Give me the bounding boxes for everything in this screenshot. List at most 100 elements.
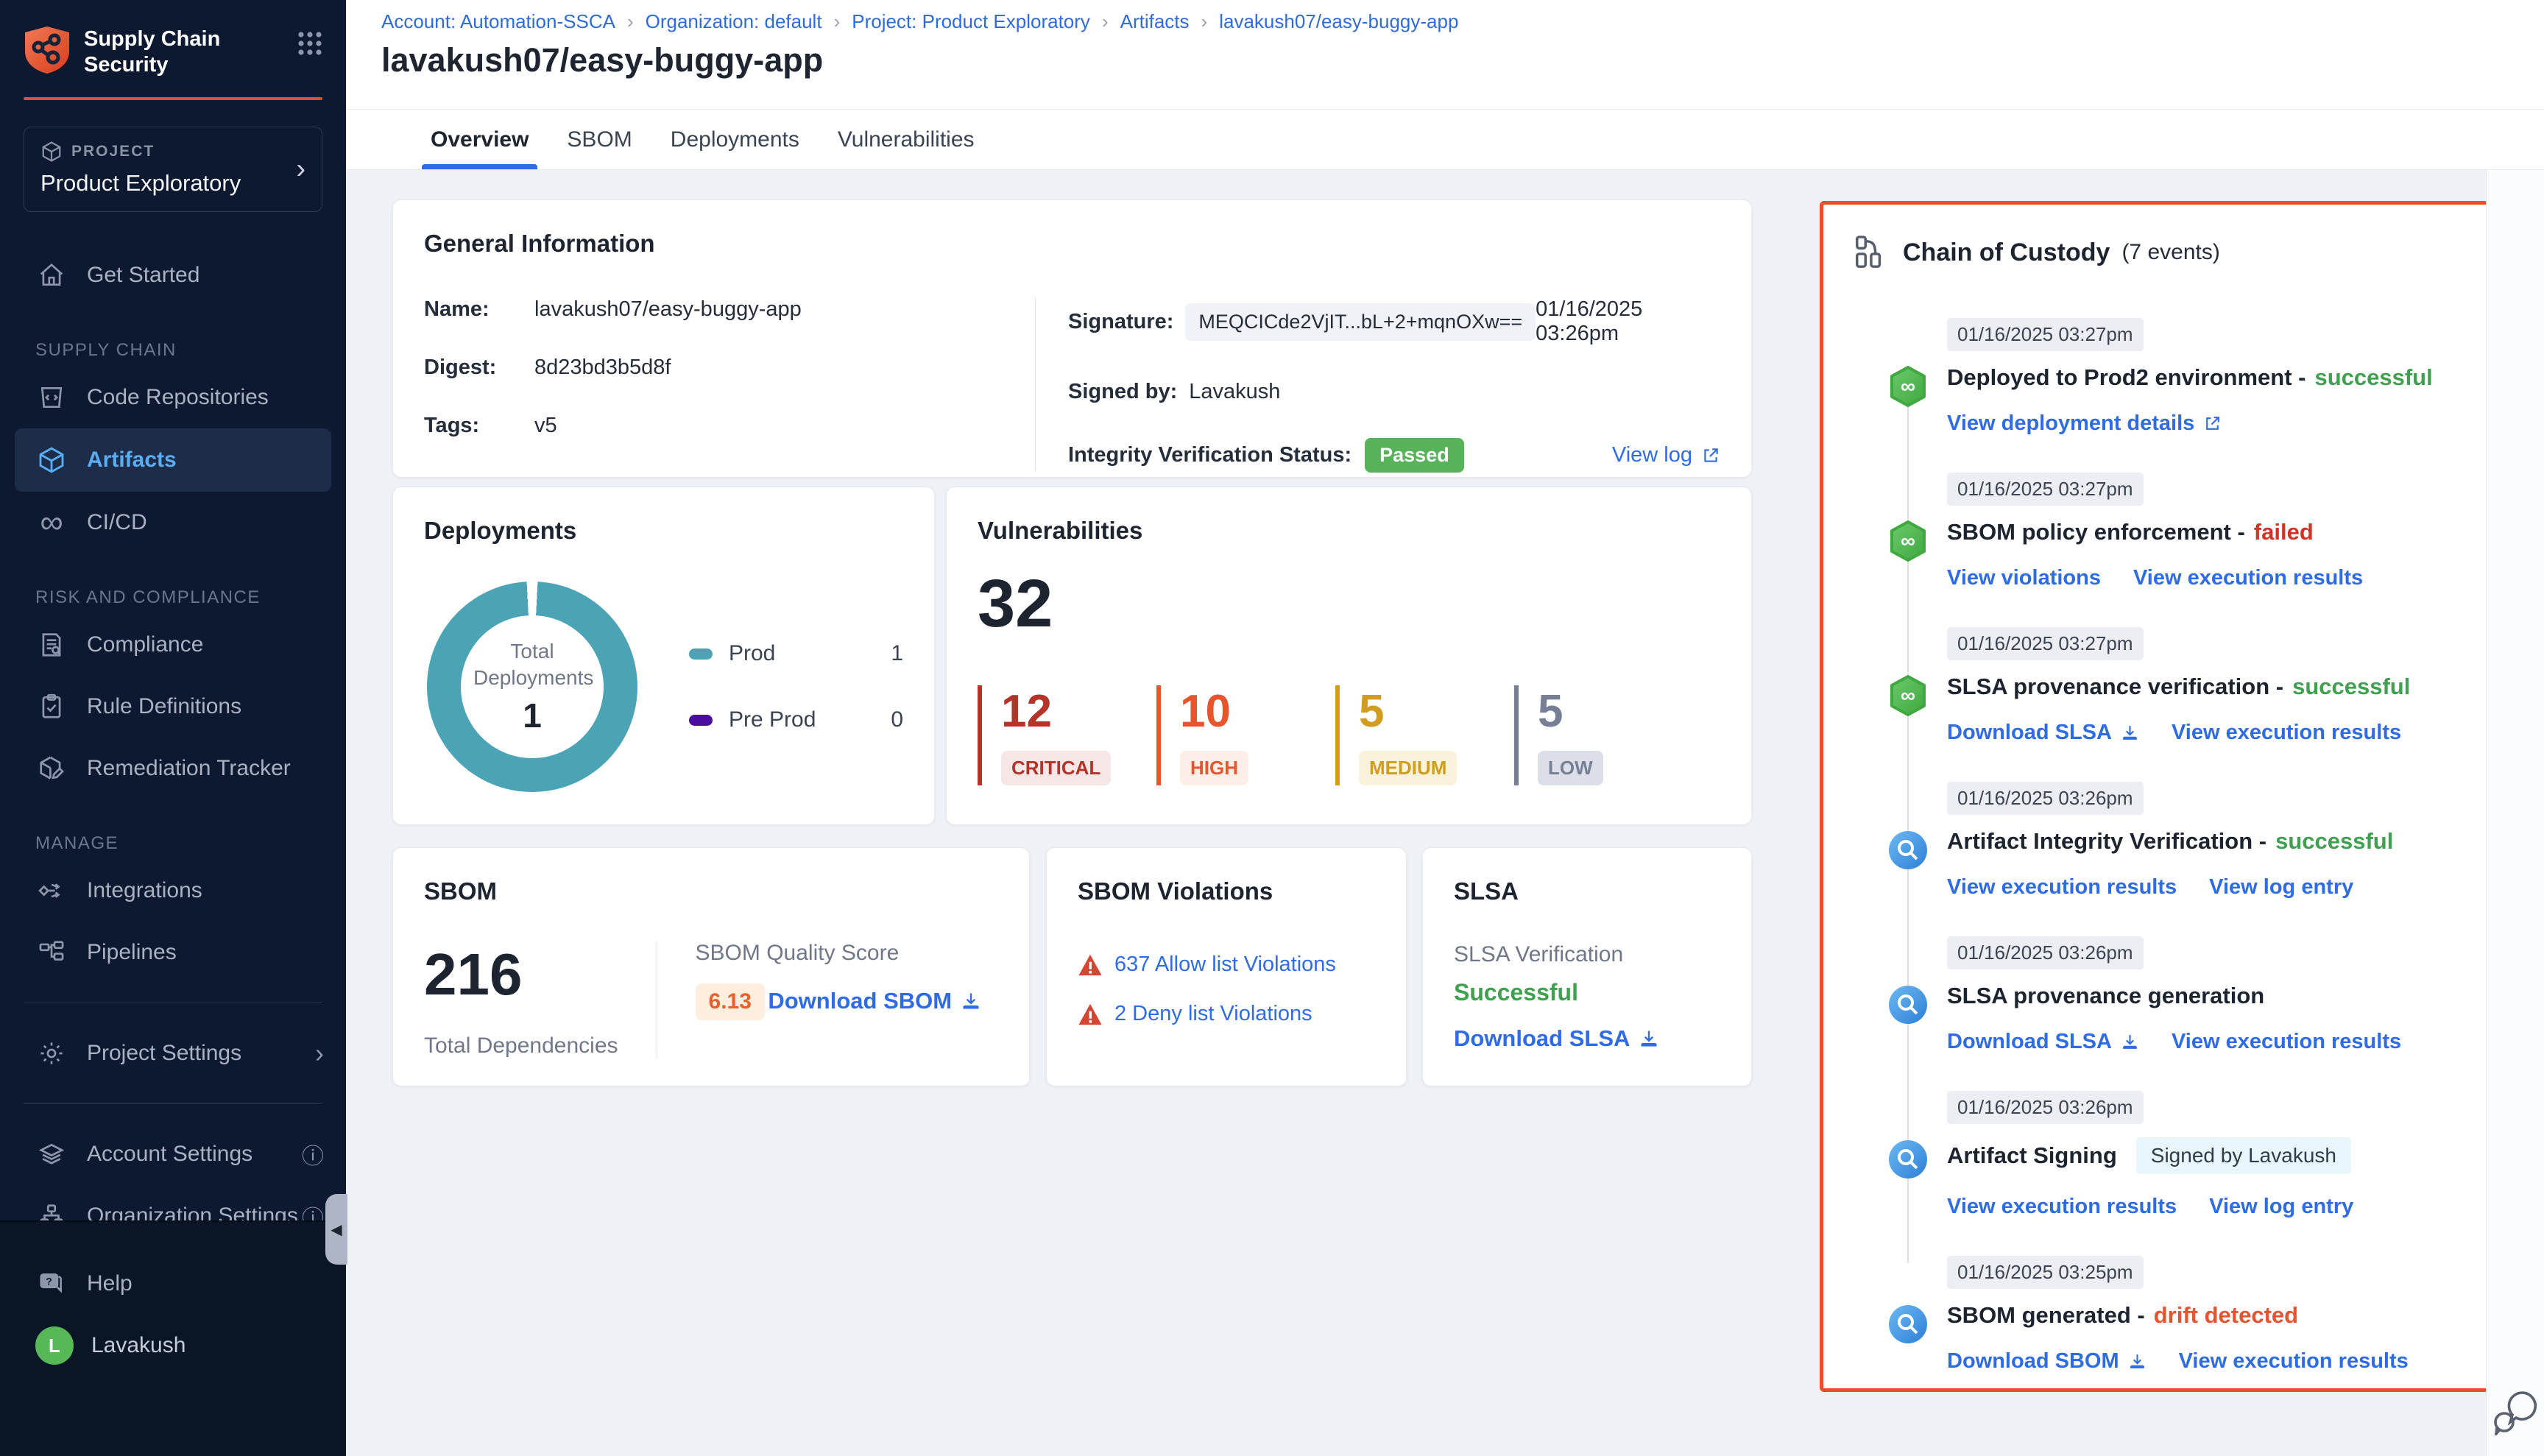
- deny-list-violations-link[interactable]: 2 Deny list Violations: [1114, 1002, 1312, 1026]
- vulnerabilities-total: 32: [978, 565, 1720, 643]
- chain-of-custody-panel: Chain of Custody (7 events) 01/16/2025 0…: [1820, 201, 2502, 1392]
- sidebar-item-help[interactable]: ? Help: [0, 1253, 346, 1315]
- sbom-generated-icon: [1887, 1303, 1929, 1346]
- project-label: PROJECT: [71, 143, 155, 160]
- page-header: Account: Automation-SSCA › Organization:…: [346, 0, 2544, 109]
- signed-by-value: Lavakush: [1189, 380, 1280, 404]
- avatar: L: [35, 1326, 74, 1365]
- card-title: SBOM: [424, 877, 998, 905]
- breadcrumb-account[interactable]: Account: Automation-SSCA: [381, 10, 615, 33]
- sidebar-item-remediation-tracker[interactable]: Remediation Tracker: [0, 738, 346, 799]
- compliance-document-icon: [35, 629, 68, 661]
- high-badge: HIGH: [1180, 751, 1248, 785]
- integrity-status-badge: Passed: [1365, 438, 1464, 473]
- sidebar-item-compliance[interactable]: Compliance: [0, 614, 346, 676]
- external-link-icon: [1701, 446, 1720, 465]
- pre-prod-swatch: [689, 715, 713, 726]
- chain-events-timeline: 01/16/2025 03:27pm ∞ Deployed to Prod2 e…: [1823, 318, 2498, 1374]
- breadcrumb-current[interactable]: lavakush07/easy-buggy-app: [1219, 10, 1458, 33]
- view-deployment-details-link[interactable]: View deployment details: [1947, 411, 2222, 436]
- breadcrumb-separator: ›: [834, 10, 841, 33]
- app-title: Supply Chain Security: [84, 25, 220, 78]
- sidebar-item-get-started[interactable]: Get Started: [0, 244, 346, 306]
- event-timestamp: 01/16/2025 03:26pm: [1947, 936, 2144, 969]
- brand-accent-rule: [24, 97, 322, 100]
- project-cube-icon: [40, 141, 63, 163]
- download-slsa-link[interactable]: Download SLSA: [1454, 1025, 1659, 1052]
- sidebar-item-rule-definitions[interactable]: Rule Definitions: [0, 676, 346, 738]
- chain-event: 01/16/2025 03:27pm ∞ SBOM policy enforce…: [1823, 473, 2498, 590]
- sidebar-divider: [24, 1103, 322, 1104]
- chain-event: 01/16/2025 03:26pm Artifact Signing Sign…: [1823, 1091, 2498, 1219]
- tab-deployments[interactable]: Deployments: [671, 110, 799, 169]
- download-sbom-link[interactable]: Download SBOM: [768, 988, 981, 1014]
- svg-text:∞: ∞: [1901, 529, 1915, 552]
- view-execution-results-link[interactable]: View execution results: [2172, 1030, 2401, 1054]
- event-status: successful: [2275, 828, 2393, 855]
- deny-list-violations-row: 2 Deny list Violations: [1078, 1002, 1375, 1026]
- sidebar-item-account-settings[interactable]: Account Settings ⓘ: [0, 1123, 346, 1185]
- app-switcher-grid-icon[interactable]: [297, 31, 322, 56]
- download-slsa-link[interactable]: Download SLSA: [1947, 721, 2139, 745]
- card-title: SBOM Violations: [1078, 877, 1375, 905]
- view-log-entry-link[interactable]: View log entry: [2209, 1195, 2353, 1219]
- sidebar-item-pipelines[interactable]: Pipelines: [0, 922, 346, 983]
- sbom-card: SBOM 216 Total Dependencies SBOM Quality…: [392, 847, 1030, 1086]
- chain-event: 01/16/2025 03:27pm ∞ Deployed to Prod2 e…: [1823, 318, 2498, 436]
- chevron-right-icon: ›: [315, 1038, 324, 1069]
- donut-center-label: Total Deployments: [473, 638, 591, 692]
- deployments-legend: Prod 1 Pre Prod 0: [689, 641, 903, 732]
- tab-vulnerabilities[interactable]: Vulnerabilities: [838, 110, 975, 169]
- signed-by-badge: Signed by Lavakush: [2136, 1137, 2351, 1174]
- view-execution-results-link[interactable]: View execution results: [1947, 1195, 2177, 1219]
- breadcrumb-project[interactable]: Project: Product Exploratory: [852, 10, 1090, 33]
- sidebar-collapse-handle[interactable]: ◀: [325, 1194, 347, 1265]
- event-title: SLSA provenance verification -: [1947, 674, 2283, 700]
- download-icon: [1639, 1028, 1659, 1049]
- tab-overview[interactable]: Overview: [431, 110, 529, 169]
- breadcrumb-artifacts[interactable]: Artifacts: [1120, 10, 1190, 33]
- view-log-link[interactable]: View log: [1612, 443, 1720, 467]
- sidebar-item-code-repositories[interactable]: Code Repositories: [0, 367, 346, 428]
- download-sbom-link[interactable]: Download SBOM: [1947, 1349, 2146, 1374]
- main-area: Account: Automation-SSCA › Organization:…: [346, 0, 2544, 1456]
- view-execution-results-link[interactable]: View execution results: [2179, 1349, 2409, 1374]
- sidebar-item-integrations[interactable]: Integrations: [0, 860, 346, 922]
- infinity-icon: ∞: [35, 506, 68, 539]
- sidebar-section-manage: MANAGE: [35, 833, 346, 854]
- view-execution-results-link[interactable]: View execution results: [1947, 875, 2177, 900]
- view-execution-results-link[interactable]: View execution results: [2172, 721, 2401, 745]
- integrity-label: Integrity Verification Status:: [1068, 443, 1352, 467]
- sidebar-item-cicd[interactable]: ∞ CI/CD: [0, 492, 346, 554]
- view-execution-results-link[interactable]: View execution results: [2133, 566, 2363, 590]
- sidebar-item-project-settings[interactable]: Project Settings ›: [0, 1022, 346, 1084]
- event-title: SBOM policy enforcement -: [1947, 519, 2245, 545]
- help-chat-bubble-icon[interactable]: [2491, 1390, 2540, 1435]
- chain-event: 01/16/2025 03:26pm SLSA provenance gener…: [1823, 936, 2498, 1054]
- download-icon: [2121, 724, 2139, 742]
- tab-sbom[interactable]: SBOM: [567, 110, 632, 169]
- breadcrumb-separator: ›: [1201, 10, 1208, 33]
- tab-bar: Overview SBOM Deployments Vulnerabilitie…: [346, 109, 2544, 170]
- event-status: failed: [2254, 519, 2314, 545]
- download-icon: [2121, 1033, 2139, 1051]
- view-log-entry-link[interactable]: View log entry: [2209, 875, 2353, 900]
- name-value: lavakush07/easy-buggy-app: [534, 297, 802, 322]
- prod-count: 1: [891, 641, 903, 666]
- chain-of-custody-icon: [1853, 234, 1887, 271]
- breadcrumb-separator: ›: [627, 10, 634, 33]
- event-timestamp: 01/16/2025 03:25pm: [1947, 1256, 2144, 1289]
- breadcrumb-organization[interactable]: Organization: default: [646, 10, 822, 33]
- user-name: Lavakush: [91, 1333, 186, 1358]
- general-information-card: General Information Name: lavakush07/eas…: [392, 199, 1752, 478]
- info-circle-icon[interactable]: ⓘ: [302, 1138, 324, 1170]
- user-menu[interactable]: L Lavakush: [0, 1315, 346, 1377]
- signature-value: MEQCICde2VjIT...bL+2+mqnOXw==: [1185, 303, 1536, 341]
- deploy-stage-icon: ∞: [1887, 365, 1929, 408]
- sidebar-item-artifacts[interactable]: Artifacts: [15, 428, 331, 492]
- view-violations-link[interactable]: View violations: [1947, 566, 2101, 590]
- sbom-total-label: Total Dependencies: [424, 1033, 618, 1059]
- allow-list-violations-link[interactable]: 637 Allow list Violations: [1114, 953, 1336, 977]
- project-selector[interactable]: PROJECT Product Exploratory ›: [24, 127, 322, 212]
- download-slsa-link[interactable]: Download SLSA: [1947, 1030, 2139, 1054]
